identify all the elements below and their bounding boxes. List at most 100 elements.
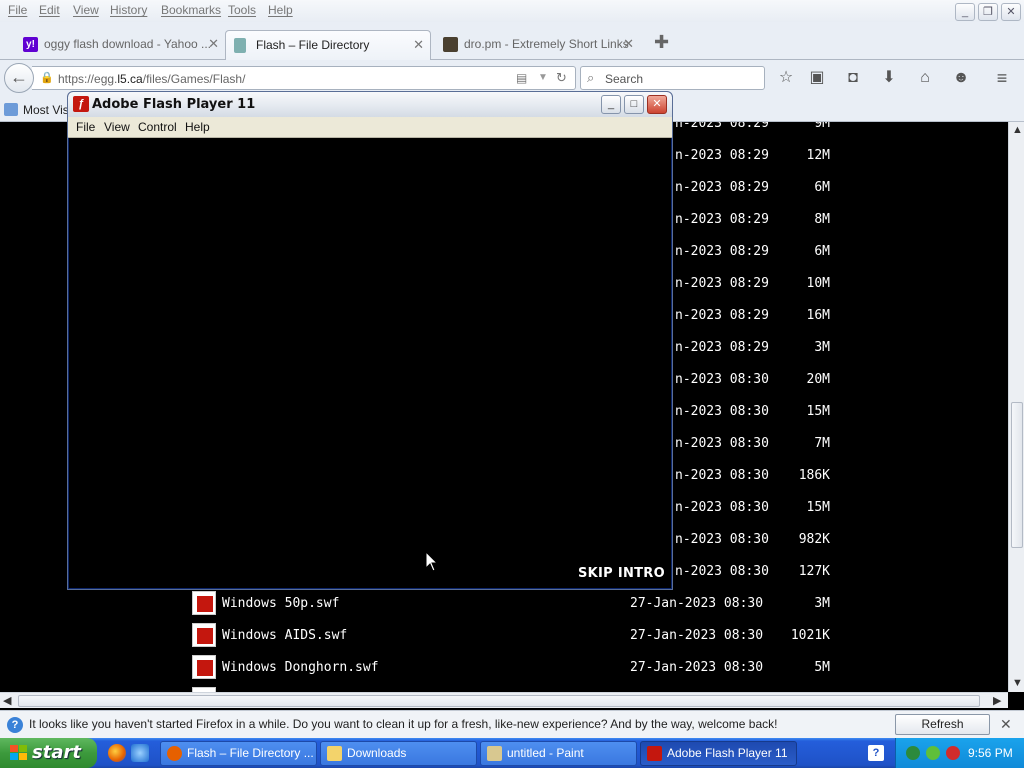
task-paint[interactable]: untitled - Paint [480, 741, 637, 766]
dropdown-arrow-icon[interactable]: ▼ [538, 72, 548, 83]
file-date: 27-Jan-2023 08:30 [630, 596, 764, 611]
file-size: 15M [806, 500, 830, 515]
chat-icon[interactable]: ☻ [951, 68, 971, 88]
security-tray-icon[interactable] [906, 746, 920, 760]
back-button[interactable]: ← [4, 63, 34, 93]
shield-tray-icon[interactable] [946, 746, 960, 760]
start-label: start [32, 742, 81, 763]
flash-close-button[interactable]: ✕ [647, 95, 667, 114]
file-size: 5M [814, 660, 830, 675]
tab-yahoo[interactable]: y! oggy flash download - Yahoo ... ✕ [20, 30, 225, 60]
file-name-link[interactable]: Windows 50p.swf [222, 596, 339, 611]
firefox-menubar: File Edit View History Bookmarks Tools H… [0, 0, 1024, 22]
flash-menu-file[interactable]: File [76, 120, 95, 134]
lock-icon: 🔒 [40, 72, 54, 84]
downloads-icon[interactable]: ⬇ [879, 68, 899, 88]
file-size: 16M [806, 308, 830, 323]
flash-file-icon[interactable] [192, 591, 216, 615]
vertical-scroll-thumb[interactable] [1011, 402, 1023, 548]
flash-file-icon[interactable] [192, 623, 216, 647]
menu-help[interactable]: Help [268, 3, 293, 17]
file-date: n-2023 08:29 [675, 276, 769, 291]
file-size: 10M [806, 276, 830, 291]
flash-menu-view[interactable]: View [104, 120, 130, 134]
reload-icon[interactable]: ↻ [556, 70, 567, 86]
task-flash-player[interactable]: Adobe Flash Player 11 [640, 741, 797, 766]
hamburger-menu-icon[interactable]: ≡ [992, 68, 1012, 88]
file-size: 1021K [790, 628, 830, 643]
flash-titlebar[interactable]: ƒ Adobe Flash Player 11 _ □ ✕ [68, 92, 672, 117]
tab-dropm[interactable]: dro.pm - Extremely Short Links ✕ [440, 30, 640, 60]
vertical-scrollbar[interactable]: ▲ ▼ [1008, 122, 1024, 692]
horizontal-scroll-thumb[interactable] [18, 695, 980, 707]
menu-view[interactable]: View [73, 3, 99, 17]
minimize-button[interactable]: _ [955, 3, 975, 21]
back-arrow-icon: ← [10, 67, 28, 87]
network-tray-icon[interactable] [926, 746, 940, 760]
refresh-firefox-button[interactable]: Refresh Firefox… [895, 714, 990, 750]
file-date: 27-Jan-2023 08:30 [630, 660, 764, 675]
menu-history[interactable]: History [110, 3, 147, 17]
close-icon[interactable]: ✕ [208, 30, 219, 58]
file-name-link[interactable]: Windows AIDS.swf [222, 628, 347, 643]
pocket-icon[interactable]: ◘ [843, 68, 863, 88]
ie-quicklaunch-icon[interactable] [131, 744, 149, 762]
file-row: Windows 50p.swf 27-Jan-2023 08:30 3M [0, 588, 1008, 620]
flash-menu-help[interactable]: Help [185, 120, 210, 134]
file-row: Windows AIDS.swf 27-Jan-2023 08:30 1021K [0, 620, 1008, 652]
close-icon[interactable]: ✕ [413, 31, 424, 59]
new-tab-icon[interactable]: ✚ [654, 32, 669, 53]
task-label: untitled - Paint [507, 746, 584, 760]
horizontal-scrollbar[interactable]: ◀ ▶ [0, 692, 1008, 708]
menu-edit[interactable]: Edit [39, 3, 60, 17]
file-row [0, 684, 1008, 692]
tab-flash-directory[interactable]: Flash – File Directory ✕ [225, 30, 431, 60]
home-icon[interactable]: ⌂ [915, 68, 935, 88]
flash-logo-icon: ƒ [73, 96, 89, 112]
close-icon[interactable]: ✕ [1000, 716, 1012, 733]
task-firefox[interactable]: Flash – File Directory ... [160, 741, 317, 766]
task-downloads[interactable]: Downloads [320, 741, 477, 766]
question-icon: ? [7, 717, 23, 733]
scroll-down-icon[interactable]: ▼ [1012, 677, 1023, 689]
flash-window-title: Adobe Flash Player 11 [92, 97, 256, 112]
flash-file-icon[interactable] [192, 655, 216, 679]
file-size: 20M [806, 372, 830, 387]
menu-tools[interactable]: Tools [228, 3, 256, 17]
flash-icon [647, 746, 662, 761]
help-icon[interactable]: ? [868, 745, 884, 761]
flash-menu-control[interactable]: Control [138, 120, 177, 134]
taskbar: start Flash – File Directory ... Downloa… [0, 738, 1024, 768]
firefox-quicklaunch-icon[interactable] [108, 744, 126, 762]
file-name-link[interactable]: Windows Donghorn.swf [222, 660, 379, 675]
flash-minimize-button[interactable]: _ [601, 95, 621, 114]
reader-view-icon[interactable]: ▤ [516, 71, 527, 85]
start-button[interactable]: start [0, 738, 97, 768]
menu-bookmarks[interactable]: Bookmarks [161, 3, 221, 17]
flash-menubar: File View Control Help [68, 117, 672, 138]
bookmark-star-icon[interactable]: ☆ [776, 68, 796, 88]
close-button[interactable]: ✕ [1001, 3, 1021, 21]
file-date: n-2023 08:29 [675, 340, 769, 355]
bookmark-folder-icon [4, 103, 18, 116]
scroll-left-icon[interactable]: ◀ [3, 694, 11, 707]
restore-button[interactable]: ❐ [978, 3, 998, 21]
file-date: n-2023 08:30 [675, 532, 769, 547]
task-label: Adobe Flash Player 11 [667, 746, 788, 760]
file-size: 9M [814, 122, 830, 131]
menu-file[interactable]: File [8, 3, 27, 17]
scroll-right-icon[interactable]: ▶ [993, 694, 1001, 707]
task-label: Flash – File Directory ... [187, 746, 314, 760]
file-date: n-2023 08:30 [675, 436, 769, 451]
url-bar[interactable]: 🔒 https://egg.l5.ca/files/Games/Flash/ ▤… [32, 66, 576, 90]
flash-maximize-button[interactable]: □ [624, 95, 644, 114]
most-visited-bookmark[interactable]: Most Visi [23, 103, 71, 117]
reading-list-icon[interactable]: ▣ [807, 68, 827, 88]
scroll-up-icon[interactable]: ▲ [1012, 124, 1023, 136]
close-icon[interactable]: ✕ [623, 30, 634, 58]
search-bar[interactable]: ⌕ Search [580, 66, 765, 90]
flash-stage[interactable]: SKIP INTRO [69, 138, 671, 588]
tab-strip: y! oggy flash download - Yahoo ... ✕ Fla… [0, 24, 1024, 60]
skip-intro-button[interactable]: SKIP INTRO [578, 566, 665, 581]
file-date: n-2023 08:30 [675, 468, 769, 483]
